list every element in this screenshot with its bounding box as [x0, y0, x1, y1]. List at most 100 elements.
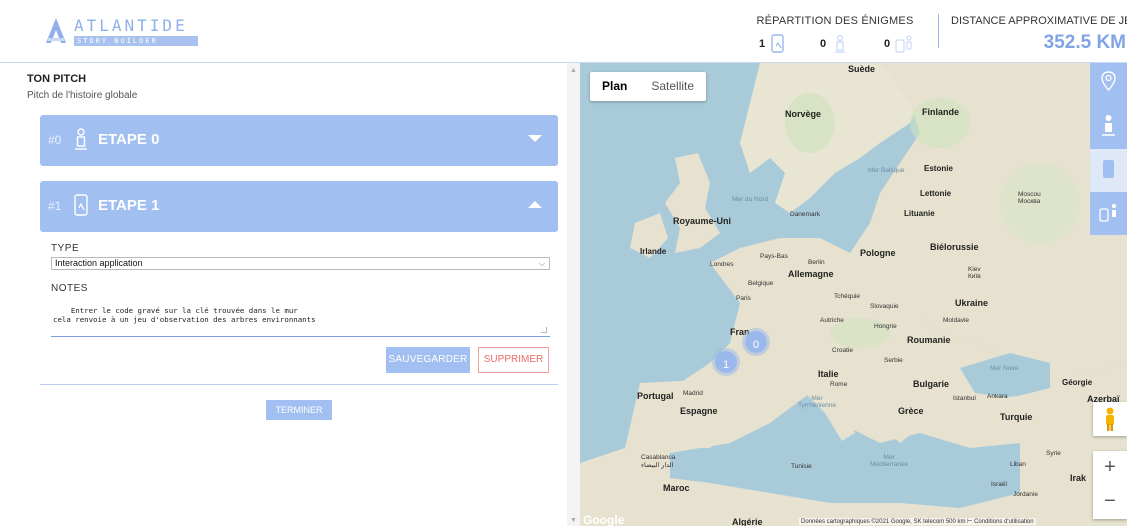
- place-label: Turquie: [1000, 412, 1033, 422]
- section-divider: [40, 384, 558, 385]
- place-label: Mer Baltique: [868, 167, 905, 174]
- place-label: Finlande: [922, 107, 960, 117]
- place-label: Autriche: [820, 317, 844, 324]
- place-label: Tunisie: [791, 463, 812, 470]
- place-label: Italie: [818, 369, 839, 379]
- place-label: Moscou Москва: [1018, 191, 1041, 205]
- zoom-control: + −: [1093, 451, 1127, 519]
- chevron-up-icon[interactable]: [528, 201, 542, 208]
- type-select-value: Interaction application: [55, 258, 143, 268]
- map-attribution[interactable]: Données cartographiques ©2021 Google, SK…: [799, 518, 1036, 525]
- place-label: Estonie: [924, 164, 953, 173]
- map-type-plan-button[interactable]: Plan: [590, 72, 639, 101]
- place-label: Pologne: [860, 248, 896, 258]
- distance-value: 352.5 KM: [1043, 32, 1126, 53]
- distance-block: DISTANCE APPROXIMATIVE DE JEU 352.5 KM: [951, 15, 1127, 53]
- place-label: Algérie: [732, 517, 763, 526]
- notes-textarea[interactable]: Entrer le code gravé sur la clé trouvée …: [51, 295, 550, 337]
- place-label: Lituanie: [904, 209, 935, 218]
- phone-app-icon: [771, 34, 784, 53]
- place-label: Ukraine: [955, 298, 989, 308]
- place-label: Kiev Київ: [968, 266, 981, 280]
- location-pin-tool[interactable]: [1090, 63, 1127, 106]
- chevron-down-icon: ⌵: [538, 259, 545, 268]
- scroll-up-icon[interactable]: ▲: [570, 67, 577, 74]
- place-label: Casablanca الدار البيضاء: [641, 454, 676, 469]
- place-label: Paris: [736, 295, 751, 302]
- place-label: Grèce: [898, 406, 924, 416]
- place-label: Belgique: [748, 280, 774, 287]
- place-label: Mer Noire: [990, 365, 1019, 372]
- place-label: Madrid: [683, 390, 703, 397]
- place-label: Biélorussie: [930, 242, 979, 252]
- place-label: Lettonie: [920, 189, 952, 198]
- place-label: Jordanie: [1013, 491, 1038, 498]
- step-label: ETAPE 0: [98, 131, 160, 148]
- finish-button[interactable]: TERMINER: [266, 400, 332, 420]
- place-label: Syrie: [1046, 450, 1061, 457]
- riddle-distribution: RÉPARTITION DES ÉNIGMES 1 0 0: [745, 15, 925, 53]
- scroll-down-icon[interactable]: ▼: [570, 517, 577, 524]
- person-pin-icon: [1102, 115, 1115, 136]
- google-logo[interactable]: Google: [583, 513, 624, 526]
- type-label: TYPE: [51, 243, 80, 254]
- place-label: Portugal: [637, 391, 674, 401]
- zoom-out-button[interactable]: −: [1093, 485, 1127, 519]
- place-label: Allemagne: [788, 269, 834, 279]
- place-label: Israël: [991, 481, 1007, 488]
- step-number: #0: [48, 133, 62, 147]
- panel-scrollbar[interactable]: ▲ ▼: [567, 63, 580, 526]
- logo-title: ATLANTIDE: [74, 16, 188, 35]
- atlantide-logo[interactable]: ATLANTIDE STORY BUILDER: [44, 16, 198, 48]
- step-label: ETAPE 1: [98, 197, 160, 214]
- place-label: Slovaquie: [870, 303, 899, 310]
- phone-app-tool[interactable]: [1090, 149, 1127, 192]
- map-type-switch: Plan Satellite: [590, 72, 707, 101]
- map-view[interactable]: Plan Satellite Suède Norvège Finlande Me…: [580, 63, 1127, 526]
- phone-person-icon: [895, 35, 912, 53]
- person-pin-icon: [835, 34, 845, 53]
- header-divider: [938, 14, 939, 48]
- map-cluster-marker[interactable]: 1: [712, 348, 740, 376]
- app-header: ATLANTIDE STORY BUILDER RÉPARTITION DES …: [0, 0, 1127, 62]
- place-label: Serbie: [884, 357, 903, 364]
- place-label: Royaume-Uni: [673, 216, 732, 226]
- zoom-in-button[interactable]: +: [1093, 451, 1127, 485]
- street-view-pegman[interactable]: [1093, 402, 1127, 436]
- map-tools: [1090, 63, 1127, 235]
- resize-handle-icon[interactable]: [541, 327, 547, 333]
- step-number: #1: [48, 199, 62, 213]
- delete-button[interactable]: SUPPRIMER: [478, 347, 549, 373]
- pitch-subtitle[interactable]: Pitch de l'histoire globale: [27, 90, 137, 101]
- place-label: Ankara: [987, 393, 1008, 400]
- place-label: Espagne: [680, 406, 718, 416]
- person-pin-icon: [75, 128, 87, 150]
- place-label: Istanbul: [953, 395, 976, 402]
- step-0-header[interactable]: #0 ETAPE 0: [40, 115, 558, 166]
- save-button[interactable]: SAUVEGARDER: [386, 347, 470, 373]
- place-label: Géorgie: [1062, 378, 1093, 387]
- place-label: Hongrie: [874, 323, 897, 330]
- person-pin-tool[interactable]: [1090, 106, 1127, 149]
- phone-person-tool[interactable]: [1090, 192, 1127, 235]
- chevron-down-icon[interactable]: [528, 135, 542, 142]
- place-label: Tchéquie: [834, 293, 861, 300]
- type-select[interactable]: Interaction application ⌵: [51, 257, 550, 270]
- place-label: Norvège: [785, 109, 822, 119]
- person-pin-count: 0: [820, 38, 827, 50]
- riddle-distribution-title: RÉPARTITION DES ÉNIGMES: [756, 15, 914, 27]
- map-cluster-marker[interactable]: 0: [742, 328, 770, 356]
- map-type-satellite-button[interactable]: Satellite: [639, 72, 706, 101]
- place-label: Irak: [1070, 473, 1087, 483]
- phone-app-icon: [74, 194, 88, 216]
- place-label: Mer Tyrrhénienne: [798, 395, 836, 409]
- combined-count: 0: [884, 38, 891, 50]
- place-label: Croatie: [832, 347, 853, 354]
- logo-subtitle: STORY BUILDER: [74, 36, 198, 46]
- step-1-header[interactable]: #1 ETAPE 1: [40, 181, 558, 232]
- place-label: Berlin: [808, 259, 825, 266]
- place-label: Rome: [830, 381, 848, 388]
- place-label: Bulgarie: [913, 379, 950, 389]
- place-label: Roumanie: [907, 335, 951, 345]
- atlantide-logo-mark-icon: [46, 18, 66, 43]
